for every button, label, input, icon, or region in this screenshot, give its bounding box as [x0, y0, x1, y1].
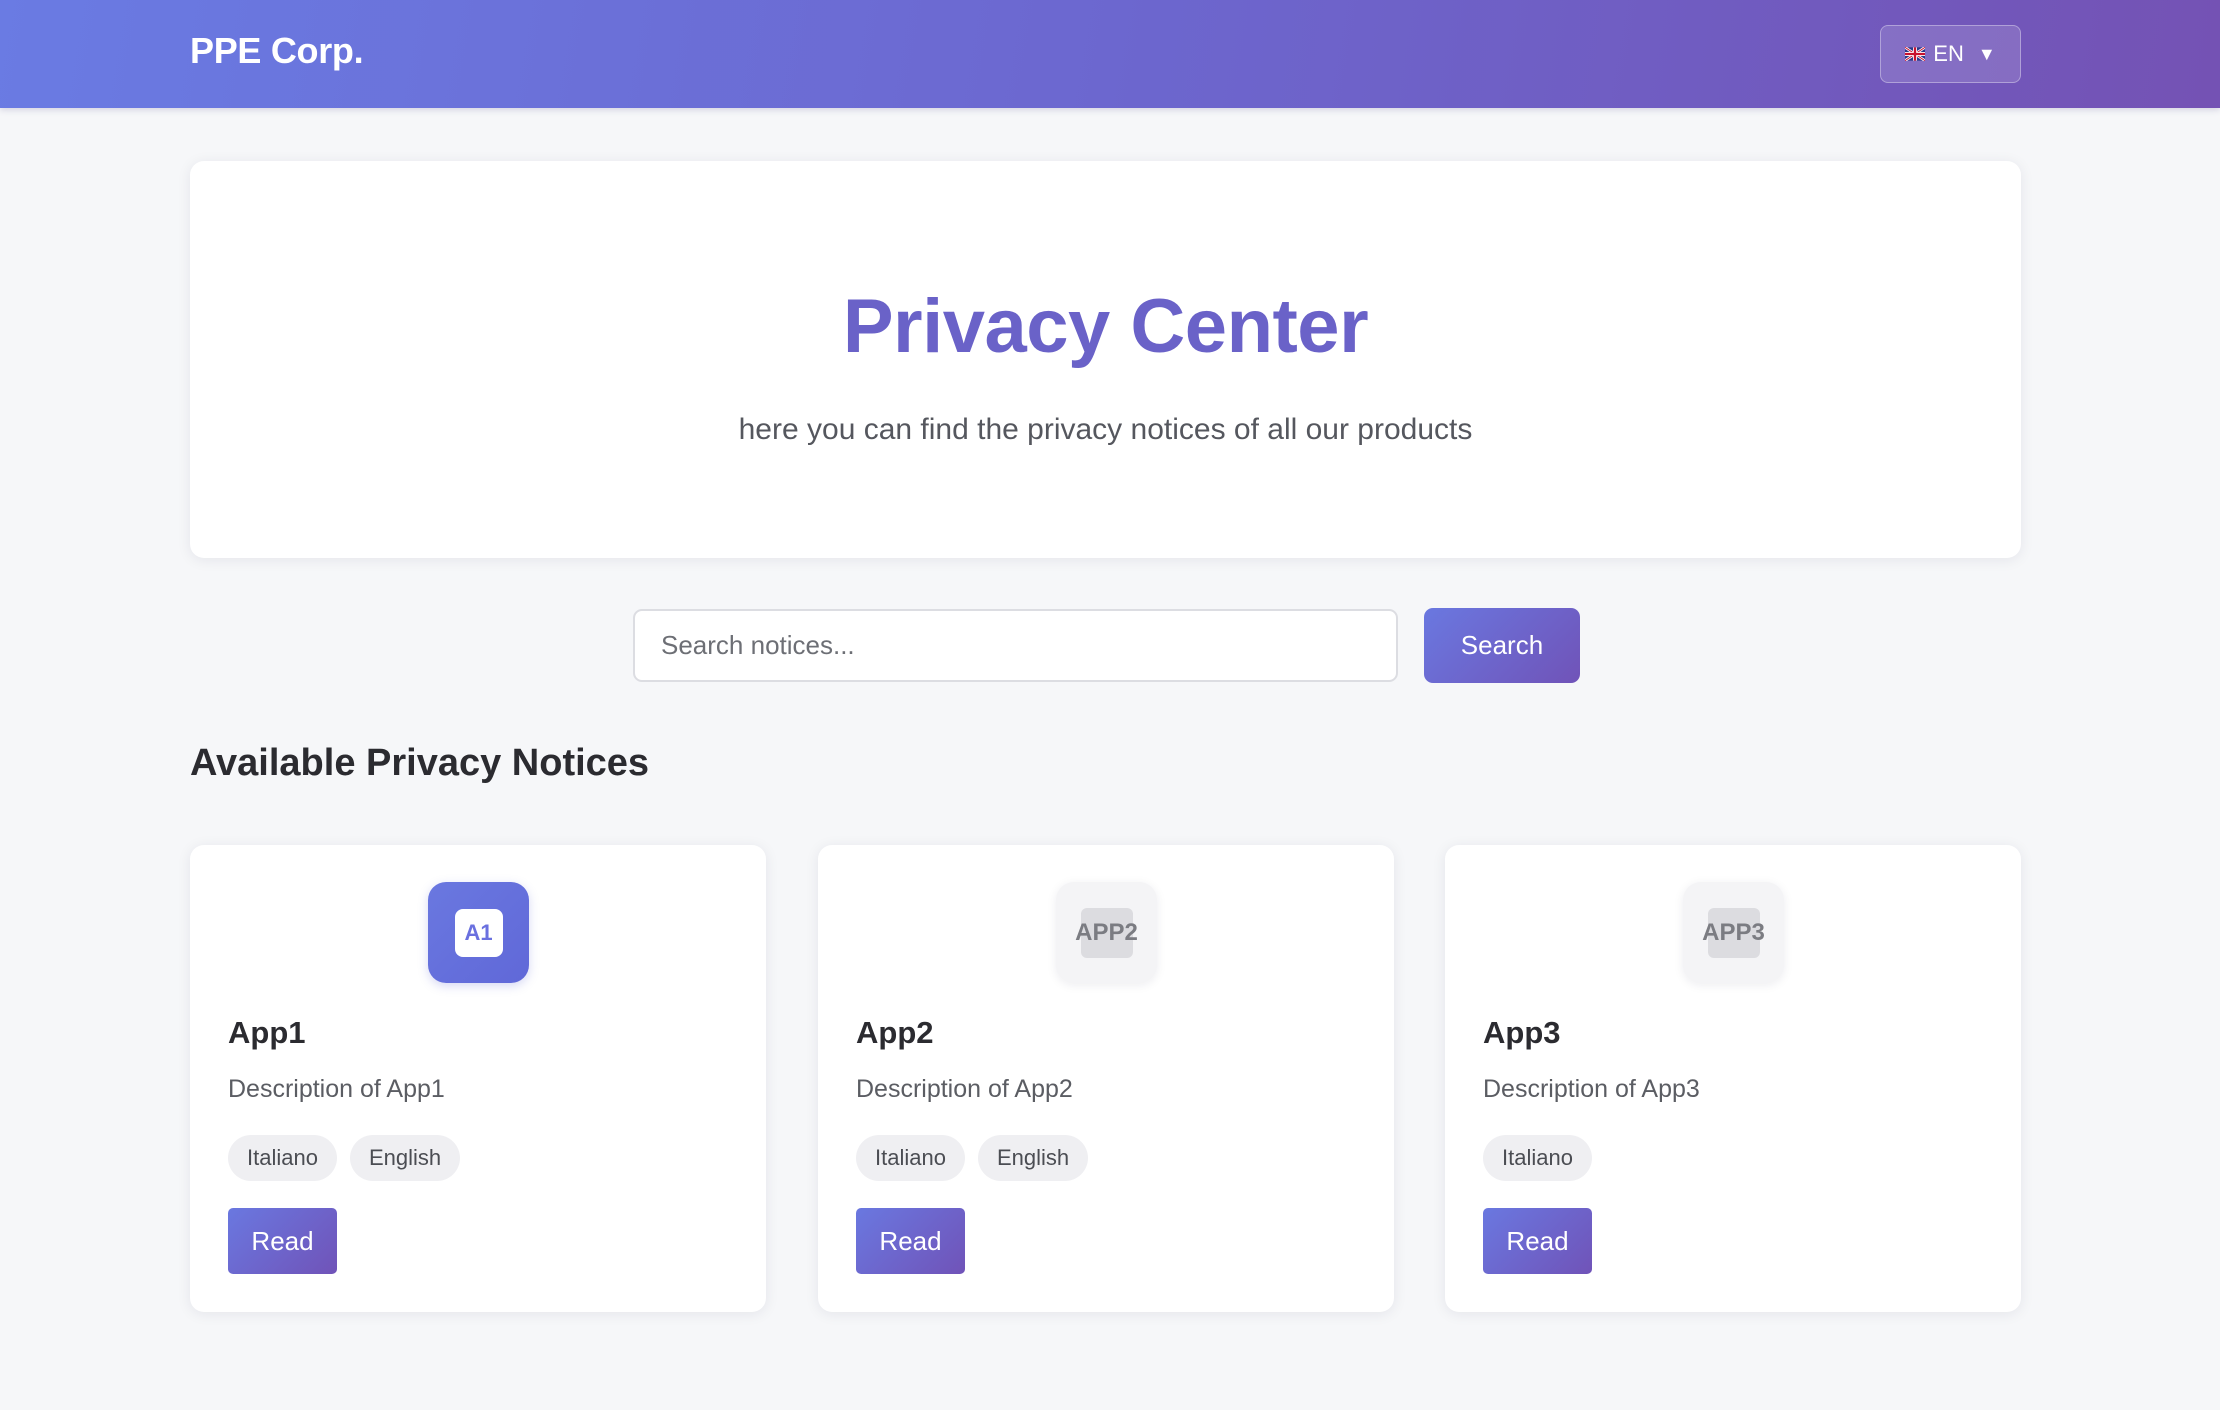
- chevron-down-icon: ▼: [1977, 43, 1996, 64]
- page-title: Privacy Center: [842, 284, 1369, 369]
- language-tags: Italiano: [1483, 1135, 1592, 1181]
- read-button[interactable]: Read: [228, 1208, 337, 1274]
- language-tag: Italiano: [856, 1135, 965, 1181]
- app-description: Description of App3: [1483, 1075, 1700, 1103]
- language-tags: Italiano English: [228, 1135, 461, 1181]
- read-button[interactable]: Read: [1483, 1208, 1592, 1274]
- search-button[interactable]: Search: [1424, 608, 1580, 683]
- brand-logo-text[interactable]: PPE Corp.: [190, 30, 364, 72]
- app1-icon-label: A1: [454, 908, 503, 957]
- app-description: Description of App1: [228, 1075, 445, 1103]
- app-name: App2: [856, 1015, 934, 1050]
- notice-card-app2: APP2 App2 Description of App2 Italiano E…: [818, 845, 1394, 1312]
- hero-panel: Privacy Center here you can find the pri…: [190, 161, 2021, 558]
- language-tag: Italiano: [1483, 1135, 1592, 1181]
- app2-icon: APP2: [1056, 882, 1157, 983]
- read-button[interactable]: Read: [856, 1208, 965, 1274]
- app-name: App1: [228, 1015, 306, 1050]
- top-navigation-bar: PPE Corp. EN ▼: [0, 0, 2220, 108]
- language-tag: English: [349, 1135, 461, 1181]
- app3-icon: APP3: [1683, 882, 1784, 983]
- language-code: EN: [1933, 41, 1964, 66]
- app3-icon-label: APP3: [1702, 907, 1765, 958]
- language-tags: Italiano English: [856, 1135, 1089, 1181]
- app-description: Description of App2: [856, 1075, 1073, 1103]
- language-selector[interactable]: EN ▼: [1880, 25, 2021, 83]
- language-tag: English: [977, 1135, 1089, 1181]
- uk-flag-icon: [1905, 47, 1926, 61]
- app1-icon: A1: [428, 882, 529, 983]
- app-name: App3: [1483, 1015, 1561, 1050]
- app2-icon-label: APP2: [1075, 907, 1138, 958]
- language-tag: Italiano: [228, 1135, 337, 1181]
- notice-card-app3: APP3 App3 Description of App3 Italiano R…: [1445, 845, 2021, 1312]
- notice-card-app1: A1 App1 Description of App1 Italiano Eng…: [190, 845, 766, 1312]
- page-subtitle: here you can find the privacy notices of…: [738, 413, 1473, 446]
- search-input[interactable]: [633, 609, 1398, 682]
- section-title: Available Privacy Notices: [190, 742, 650, 784]
